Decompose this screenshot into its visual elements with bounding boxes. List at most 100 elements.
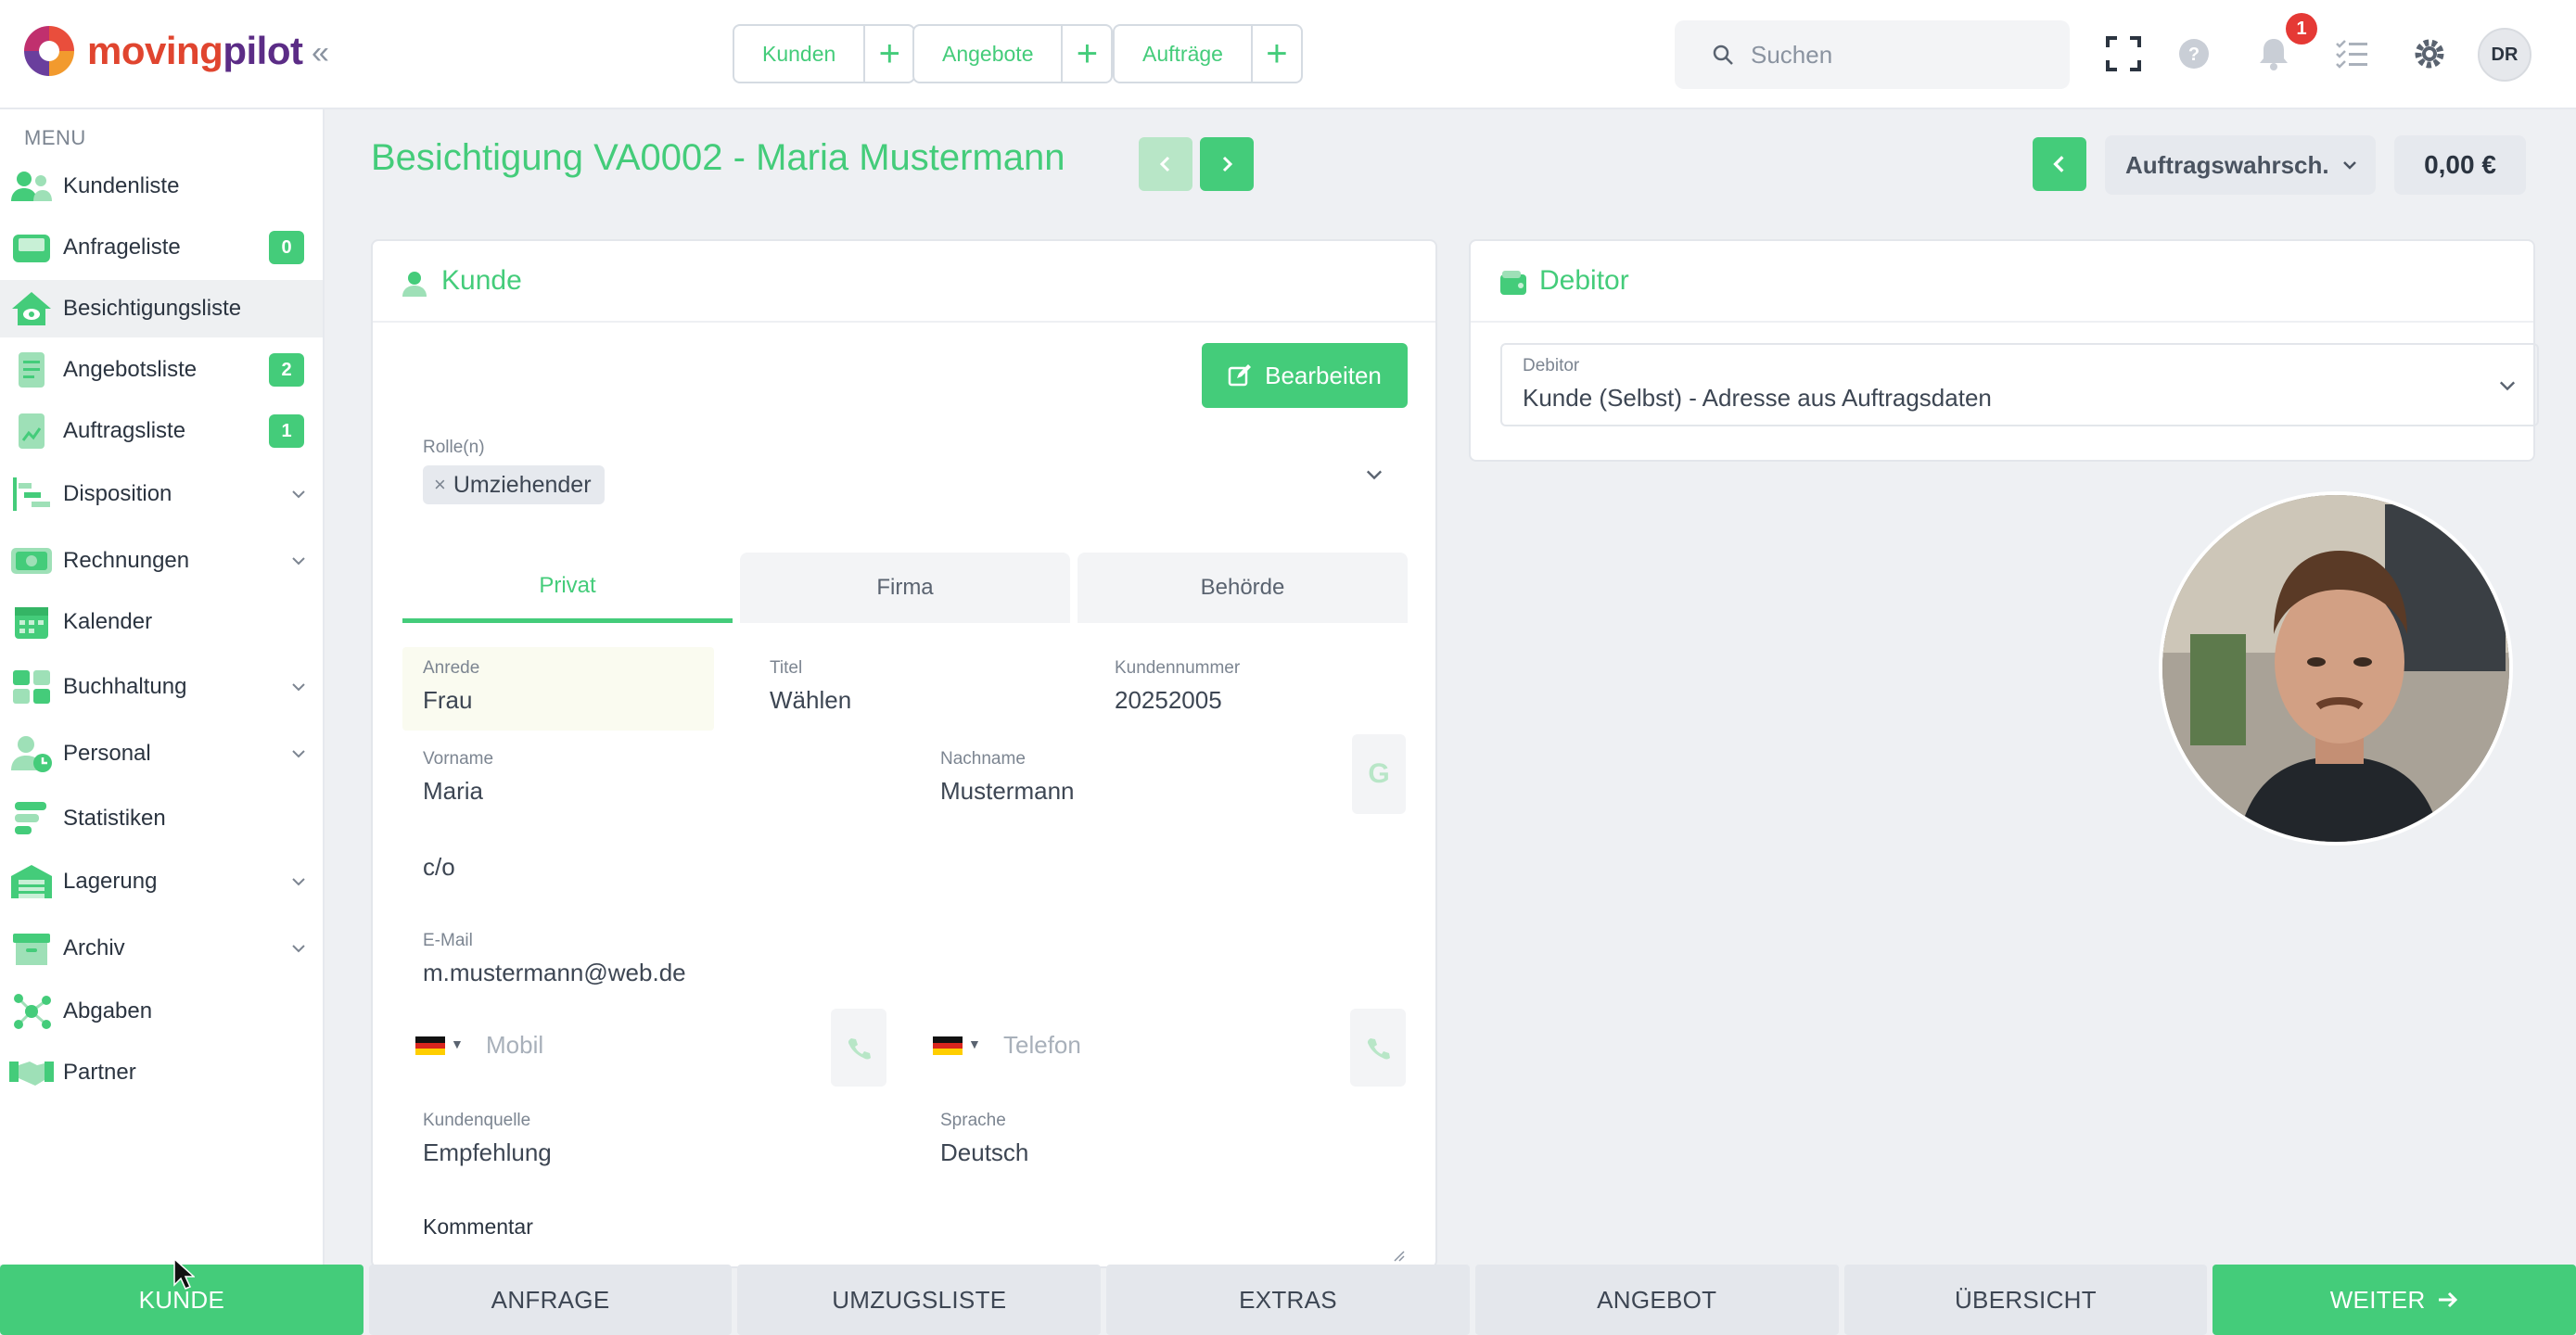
sprache-select[interactable]: Deutsch [940,1138,1028,1167]
phone-icon [1367,1038,1390,1060]
tab-behoerde[interactable]: Behörde [1078,553,1408,623]
quick-angebote-button[interactable]: Angebote [912,24,1064,83]
telefon-input[interactable]: Telefon [1003,1031,1081,1060]
quick-auftraege: Aufträge + [1113,24,1303,83]
vorname-field[interactable]: Maria [423,777,483,806]
quick-auftraege-button[interactable]: Aufträge [1113,24,1253,83]
chevron-down-icon [2499,381,2516,391]
search-input[interactable]: Suchen [1675,20,2070,89]
sprache-label: Sprache [940,1111,1006,1130]
kundennummer-field[interactable]: 20252005 [1115,686,1222,715]
sidebar-item-anfrageliste[interactable]: Anfrageliste 0 [0,219,323,276]
fullscreen-icon[interactable] [2103,33,2144,74]
sidebar-item-archiv[interactable]: Archiv [0,920,323,977]
collapse-sidebar-icon[interactable]: « [312,35,329,71]
kundennummer-label: Kundennummer [1115,658,1241,678]
handshake-icon [9,1062,54,1086]
add-angebot-icon[interactable]: + [1063,24,1114,83]
back-button[interactable] [2033,137,2086,191]
email-field[interactable]: m.mustermann@web.de [423,959,686,987]
chevron-down-icon [292,945,305,953]
help-icon[interactable]: ? [2174,33,2214,74]
add-kunde-icon[interactable]: + [865,24,916,83]
sidebar-item-label: Archiv [63,935,125,960]
chevron-down-icon [292,878,305,886]
sidebar-item-kalender[interactable]: Kalender [0,593,323,651]
sidebar-item-lagerung[interactable]: Lagerung [0,853,323,910]
gantt-icon [13,477,50,511]
sidebar-item-label: Abgaben [63,998,153,1024]
sidebar-item-label: Partner [63,1060,136,1085]
sidebar-item-personal[interactable]: Personal [0,725,323,782]
country-caret-icon[interactable]: ▼ [968,1036,981,1051]
google-search-button[interactable]: G [1352,734,1406,814]
settings-gear-icon[interactable] [2409,33,2450,74]
anrede-value: Frau [423,686,473,714]
roles-dropdown-chevron-icon[interactable] [1363,464,1385,486]
co-field[interactable]: c/o [423,853,455,882]
sidebar-item-partner[interactable]: Partner [0,1044,323,1101]
tab-firma[interactable]: Firma [740,553,1070,623]
checklist-icon[interactable] [2331,33,2372,74]
step-anfrage[interactable]: ANFRAGE [368,1265,733,1335]
mouse-cursor-icon [173,1257,195,1290]
user-avatar[interactable]: DR [2478,28,2531,82]
total-amount: 0,00 € [2394,135,2526,195]
bell-icon[interactable] [2253,33,2294,74]
sidebar-item-label: Disposition [63,481,172,506]
edit-button-label: Bearbeiten [1265,361,1382,389]
chevron-down-icon [292,683,305,692]
sidebar-item-rechnungen[interactable]: Rechnungen [0,532,323,590]
kundenquelle-select[interactable]: Empfehlung [423,1138,552,1167]
call-mobil-button[interactable] [831,1009,886,1087]
sidebar-item-statistiken[interactable]: Statistiken [0,790,323,847]
quick-kunden: Kunden + [733,24,916,83]
kommentar-field[interactable]: Kommentar [423,1214,533,1240]
sidebar-item-auftragsliste[interactable]: Auftragsliste 1 [0,402,323,460]
order-probability-dropdown[interactable]: Auftragswahrsch. [2105,135,2376,195]
quick-kunden-button[interactable]: Kunden [733,24,866,83]
add-auftrag-icon[interactable]: + [1252,24,1303,83]
next-step-button[interactable]: WEITER [2213,1265,2576,1335]
edit-button[interactable]: Bearbeiten [1202,343,1408,408]
sidebar-item-besichtigungsliste[interactable]: Besichtigungsliste [0,280,323,337]
sidebar-item-label: Angebotsliste [63,357,198,382]
chevron-down-icon [292,557,305,566]
step-uebersicht[interactable]: ÜBERSICHT [1843,1265,2208,1335]
remove-chip-icon[interactable]: × [434,473,446,497]
mobil-input[interactable]: Mobil [486,1031,543,1060]
resize-handle-icon[interactable] [1393,1250,1406,1263]
step-angebot[interactable]: ANGEBOT [1474,1265,1839,1335]
kunde-card-header: Kunde [373,241,1435,323]
step-extras[interactable]: EXTRAS [1106,1265,1470,1335]
sidebar-item-angebotsliste[interactable]: Angebotsliste 2 [0,341,323,399]
wallet-icon [1500,271,1526,295]
debitor-select[interactable]: Debitor Kunde (Selbst) - Adresse aus Auf… [1500,343,2539,426]
app-logo[interactable]: movingpilot [24,26,303,76]
germany-flag-icon[interactable] [933,1036,963,1056]
search-icon [1713,44,1733,65]
sidebar-item-label: Statistiken [63,806,166,831]
nachname-field[interactable]: Mustermann [940,777,1075,806]
anrede-label: Anrede [423,658,480,678]
call-telefon-button[interactable] [1350,1009,1406,1087]
next-record-button[interactable] [1200,137,1254,191]
tab-privat[interactable]: Privat [402,553,733,623]
sidebar-item-buchhaltung[interactable]: Buchhaltung [0,658,323,716]
germany-flag-icon[interactable] [415,1036,445,1056]
sidebar-item-kundenliste[interactable]: Kundenliste [0,158,323,215]
email-label: E-Mail [423,931,473,950]
logo-text: movingpilot [87,29,303,72]
sidebar-item-label: Anfrageliste [63,235,181,260]
sidebar-item-label: Kundenliste [63,173,180,198]
network-icon [14,994,51,1029]
search-placeholder: Suchen [1751,40,1833,69]
previous-record-button[interactable] [1139,137,1192,191]
quick-angebote: Angebote + [912,24,1114,83]
titel-select[interactable]: Wählen [770,686,851,715]
sidebar-item-abgaben[interactable]: Abgaben [0,983,323,1040]
step-umzugsliste[interactable]: UMZUGSLISTE [737,1265,1102,1335]
sidebar-item-disposition[interactable]: Disposition [0,465,323,523]
role-chip[interactable]: × Umziehender [423,465,605,504]
country-caret-icon[interactable]: ▼ [451,1036,464,1051]
